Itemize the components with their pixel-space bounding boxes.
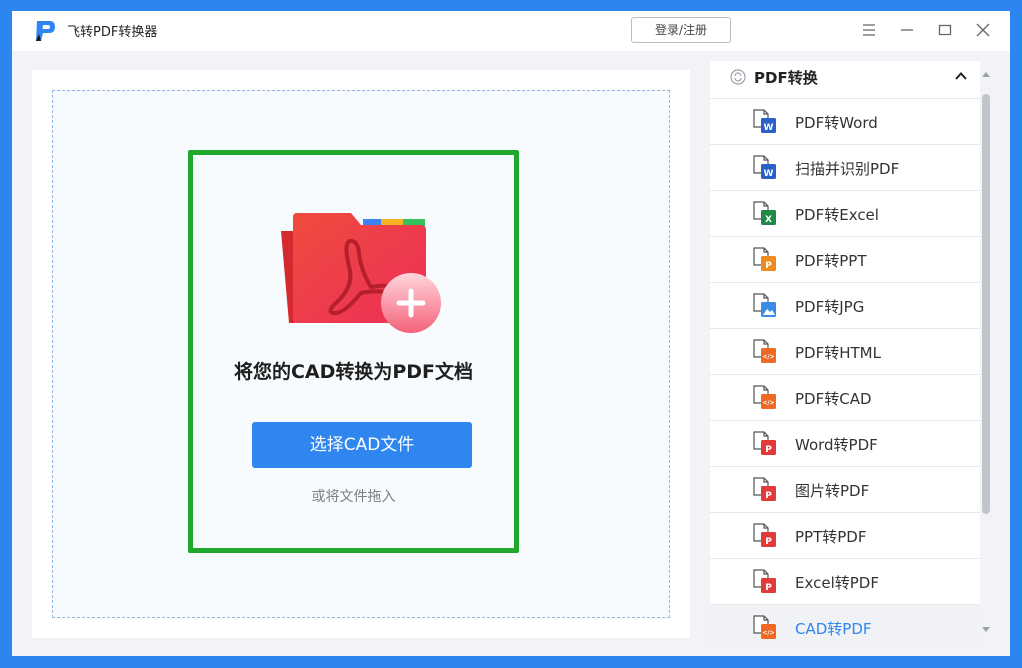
pdf-doc-icon: P bbox=[753, 523, 776, 547]
conversion-menu-list: W PDF转Word W 扫描并识别PDF X PDF转Excel P PDF转PPT PDF转… bbox=[710, 99, 980, 641]
sidebar-item[interactable]: P Word转PDF bbox=[710, 421, 980, 467]
sidebar-item[interactable]: P Excel转PDF bbox=[710, 559, 980, 605]
svg-text:W: W bbox=[764, 123, 774, 133]
sidebar-item-label: Word转PDF bbox=[795, 436, 878, 454]
svg-text:</>: </> bbox=[762, 400, 774, 407]
pdf-folder-add-icon bbox=[281, 213, 441, 333]
chevron-up-icon[interactable] bbox=[954, 69, 968, 83]
sidebar-item[interactable]: P 图片转PDF bbox=[710, 467, 980, 513]
sidebar-item[interactable]: P PDF转PPT bbox=[710, 237, 980, 283]
pdf-doc-icon: P bbox=[753, 431, 776, 455]
app-logo-icon bbox=[36, 21, 55, 41]
sidebar-item-label: PPT转PDF bbox=[795, 528, 867, 546]
drop-zone-hint: 或将文件拖入 bbox=[311, 489, 396, 505]
sidebar-item[interactable]: P PPT转PDF bbox=[710, 513, 980, 559]
select-cad-file-button[interactable]: 选择CAD文件 bbox=[252, 422, 472, 468]
svg-text:W: W bbox=[764, 169, 774, 179]
menu-icon[interactable] bbox=[860, 21, 878, 39]
file-drop-zone[interactable]: 将您的CAD转换为PDF文档 选择CAD文件 或将文件拖入 bbox=[52, 90, 670, 618]
sidebar-item-label: Excel转PDF bbox=[795, 574, 879, 592]
sidebar-item[interactable]: W 扫描并识别PDF bbox=[710, 145, 980, 191]
section-label: PDF转换 bbox=[754, 69, 818, 87]
sidebar-item[interactable]: </> PDF转CAD bbox=[710, 375, 980, 421]
section-header-pdf-convert[interactable]: PDF转换 bbox=[710, 61, 980, 99]
code-doc-icon: </> bbox=[753, 339, 776, 363]
sidebar-item[interactable]: </> PDF转HTML bbox=[710, 329, 980, 375]
login-register-button[interactable]: 登录/注册 bbox=[631, 17, 731, 43]
svg-text:</>: </> bbox=[762, 354, 774, 361]
sidebar-item[interactable]: X PDF转Excel bbox=[710, 191, 980, 237]
pdf-doc-icon: P bbox=[753, 477, 776, 501]
word-doc-icon: W bbox=[753, 109, 776, 133]
scroll-up-arrow-icon[interactable] bbox=[982, 71, 990, 79]
drop-zone-title: 将您的CAD转换为PDF文档 bbox=[233, 361, 474, 383]
code-doc-icon: </> bbox=[753, 615, 776, 639]
sidebar-scrollbar[interactable] bbox=[980, 70, 992, 640]
sidebar-item-label: PDF转Excel bbox=[795, 206, 879, 224]
minimize-icon[interactable] bbox=[898, 21, 916, 39]
pdf-doc-icon: P bbox=[753, 569, 776, 593]
sidebar-item[interactable]: </> CAD转PDF bbox=[710, 605, 980, 641]
refresh-circle-icon bbox=[730, 69, 746, 85]
sidebar-item-label: 图片转PDF bbox=[795, 482, 870, 500]
sidebar-item-label: PDF转JPG bbox=[795, 298, 865, 316]
svg-text:P: P bbox=[765, 445, 772, 455]
sidebar-item-label: CAD转PDF bbox=[795, 620, 872, 638]
sidebar-item[interactable]: PDF转JPG bbox=[710, 283, 980, 329]
app-window: 飞转PDF转换器 登录/注册 将您的CAD转换为PDF文档 选择CAD文件 或将… bbox=[12, 11, 1010, 656]
scrollbar-thumb[interactable] bbox=[982, 94, 990, 514]
sidebar-item-label: 扫描并识别PDF bbox=[795, 160, 900, 178]
svg-text:P: P bbox=[765, 491, 772, 501]
sidebar-item-label: PDF转PPT bbox=[795, 252, 867, 270]
sidebar-item-label: PDF转HTML bbox=[795, 344, 881, 362]
sidebar-item[interactable]: W PDF转Word bbox=[710, 99, 980, 145]
word-doc-icon: W bbox=[753, 155, 776, 179]
svg-text:P: P bbox=[765, 261, 772, 271]
title-bar: 飞转PDF转换器 登录/注册 bbox=[12, 11, 1010, 51]
excel-doc-icon: X bbox=[753, 201, 776, 225]
main-panel: 将您的CAD转换为PDF文档 选择CAD文件 或将文件拖入 bbox=[32, 70, 690, 638]
svg-text:P: P bbox=[765, 583, 772, 593]
svg-text:</>: </> bbox=[762, 630, 774, 637]
maximize-icon[interactable] bbox=[936, 21, 954, 39]
code-doc-icon: </> bbox=[753, 385, 776, 409]
close-icon[interactable] bbox=[974, 21, 992, 39]
svg-text:P: P bbox=[765, 537, 772, 547]
sidebar-item-label: PDF转CAD bbox=[795, 390, 872, 408]
sidebar-item-label: PDF转Word bbox=[795, 114, 878, 132]
svg-text:X: X bbox=[765, 215, 772, 225]
drop-target-highlight[interactable]: 将您的CAD转换为PDF文档 选择CAD文件 或将文件拖入 bbox=[188, 150, 519, 553]
image-doc-icon bbox=[753, 293, 776, 317]
app-title: 飞转PDF转换器 bbox=[67, 25, 158, 40]
ppt-doc-icon: P bbox=[753, 247, 776, 271]
scroll-down-arrow-icon[interactable] bbox=[982, 625, 990, 633]
conversion-sidebar: PDF转换 W PDF转Word W 扫描并识别PDF X PDF转Excel P PDF转P… bbox=[710, 61, 980, 641]
